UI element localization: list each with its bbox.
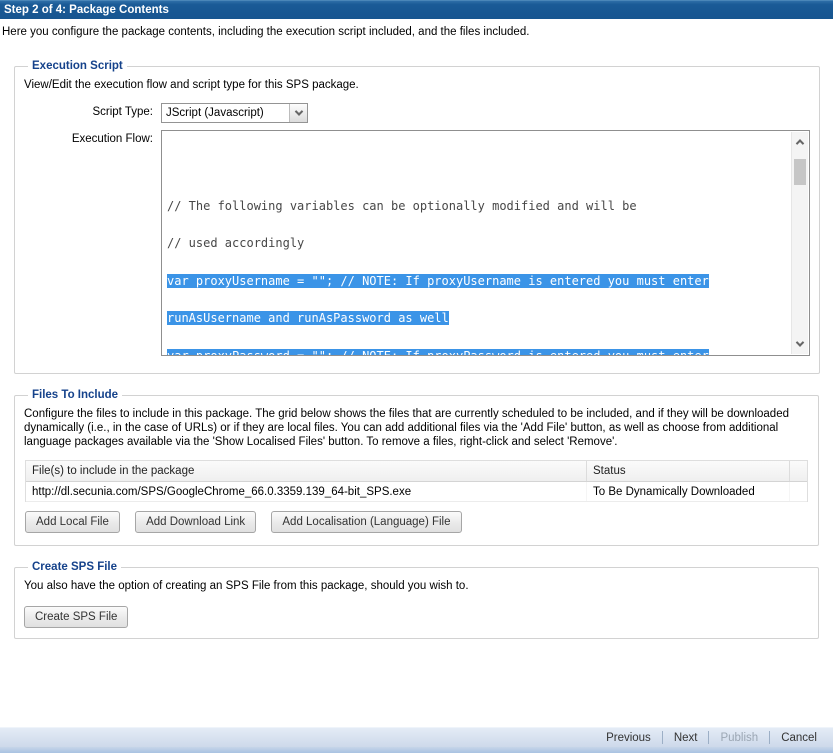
create-sps-file-legend: Create SPS File <box>28 561 121 573</box>
table-row[interactable]: http://dl.secunia.com/SPS/GoogleChrome_6… <box>26 482 807 502</box>
column-header-spacer <box>790 461 807 481</box>
script-type-label: Script Type: <box>24 103 161 123</box>
script-type-value: JScript (Javascript) <box>162 104 289 122</box>
execution-script-description: View/Edit the execution flow and script … <box>24 78 810 92</box>
scroll-up-button[interactable] <box>792 132 808 152</box>
code-scrollbar[interactable] <box>791 132 808 354</box>
row-spacer <box>790 482 807 501</box>
wizard-footer: Previous Next Publish Cancel <box>0 727 833 753</box>
cancel-button[interactable]: Cancel <box>770 732 828 744</box>
files-to-include-description: Configure the files to include in this p… <box>24 407 809 449</box>
code-line <box>167 162 785 175</box>
wizard-subtitle: Here you configure the package contents,… <box>0 19 833 38</box>
create-sps-file-button[interactable]: Create SPS File <box>24 606 128 628</box>
file-url-cell: http://dl.secunia.com/SPS/GoogleChrome_6… <box>26 482 587 501</box>
execution-script-legend: Execution Script <box>28 60 127 72</box>
execution-flow-code[interactable]: // The following variables can be option… <box>162 131 809 356</box>
code-line: // used accordingly <box>167 237 785 250</box>
code-line-selected: runAsUsername and runAsPassword as well <box>167 312 785 325</box>
publish-button: Publish <box>709 732 769 744</box>
script-type-select[interactable]: JScript (Javascript) <box>161 103 308 123</box>
script-type-dropdown-button[interactable] <box>289 104 307 122</box>
add-local-file-button[interactable]: Add Local File <box>25 511 120 533</box>
create-sps-file-description: You also have the option of creating an … <box>24 579 809 593</box>
files-grid: File(s) to include in the package Status… <box>25 460 808 502</box>
code-line: // The following variables can be option… <box>167 200 785 213</box>
chevron-down-icon <box>294 107 302 115</box>
execution-flow-label: Execution Flow: <box>24 130 161 356</box>
execution-flow-editor[interactable]: // The following variables can be option… <box>161 130 810 356</box>
files-to-include-fieldset: Files To Include Configure the files to … <box>14 389 819 546</box>
add-download-link-button[interactable]: Add Download Link <box>135 511 256 533</box>
create-sps-file-fieldset: Create SPS File You also have the option… <box>14 561 819 639</box>
package-wizard-page: { "window": { "step_title": "Step 2 of 4… <box>0 0 833 753</box>
chevron-down-icon <box>796 338 804 346</box>
previous-button[interactable]: Previous <box>595 732 662 744</box>
chevron-up-icon <box>796 139 804 147</box>
execution-script-fieldset: Execution Script View/Edit the execution… <box>14 60 820 374</box>
file-status-cell: To Be Dynamically Downloaded <box>587 482 790 501</box>
next-button[interactable]: Next <box>663 732 709 744</box>
files-grid-header: File(s) to include in the package Status <box>26 461 807 482</box>
files-to-include-legend: Files To Include <box>28 389 122 401</box>
footer-bottom-strip <box>0 747 833 753</box>
scrollbar-thumb[interactable] <box>794 159 806 185</box>
code-line-selected: var proxyUsername = ""; // NOTE: If prox… <box>167 275 785 288</box>
wizard-footer-bar: Previous Next Publish Cancel <box>0 727 833 747</box>
column-header-file[interactable]: File(s) to include in the package <box>26 461 587 481</box>
column-header-status[interactable]: Status <box>587 461 790 481</box>
files-button-row: Add Local File Add Download Link Add Loc… <box>25 511 809 533</box>
scroll-down-button[interactable] <box>792 334 808 354</box>
add-localisation-file-button[interactable]: Add Localisation (Language) File <box>271 511 461 533</box>
execution-flow-row: Execution Flow: // The following variabl… <box>24 130 810 356</box>
script-type-row: Script Type: JScript (Javascript) <box>24 103 810 123</box>
wizard-step-title: Step 2 of 4: Package Contents <box>0 0 833 19</box>
code-line-selected: var proxyPassword = ""; // NOTE: If prox… <box>167 350 785 357</box>
